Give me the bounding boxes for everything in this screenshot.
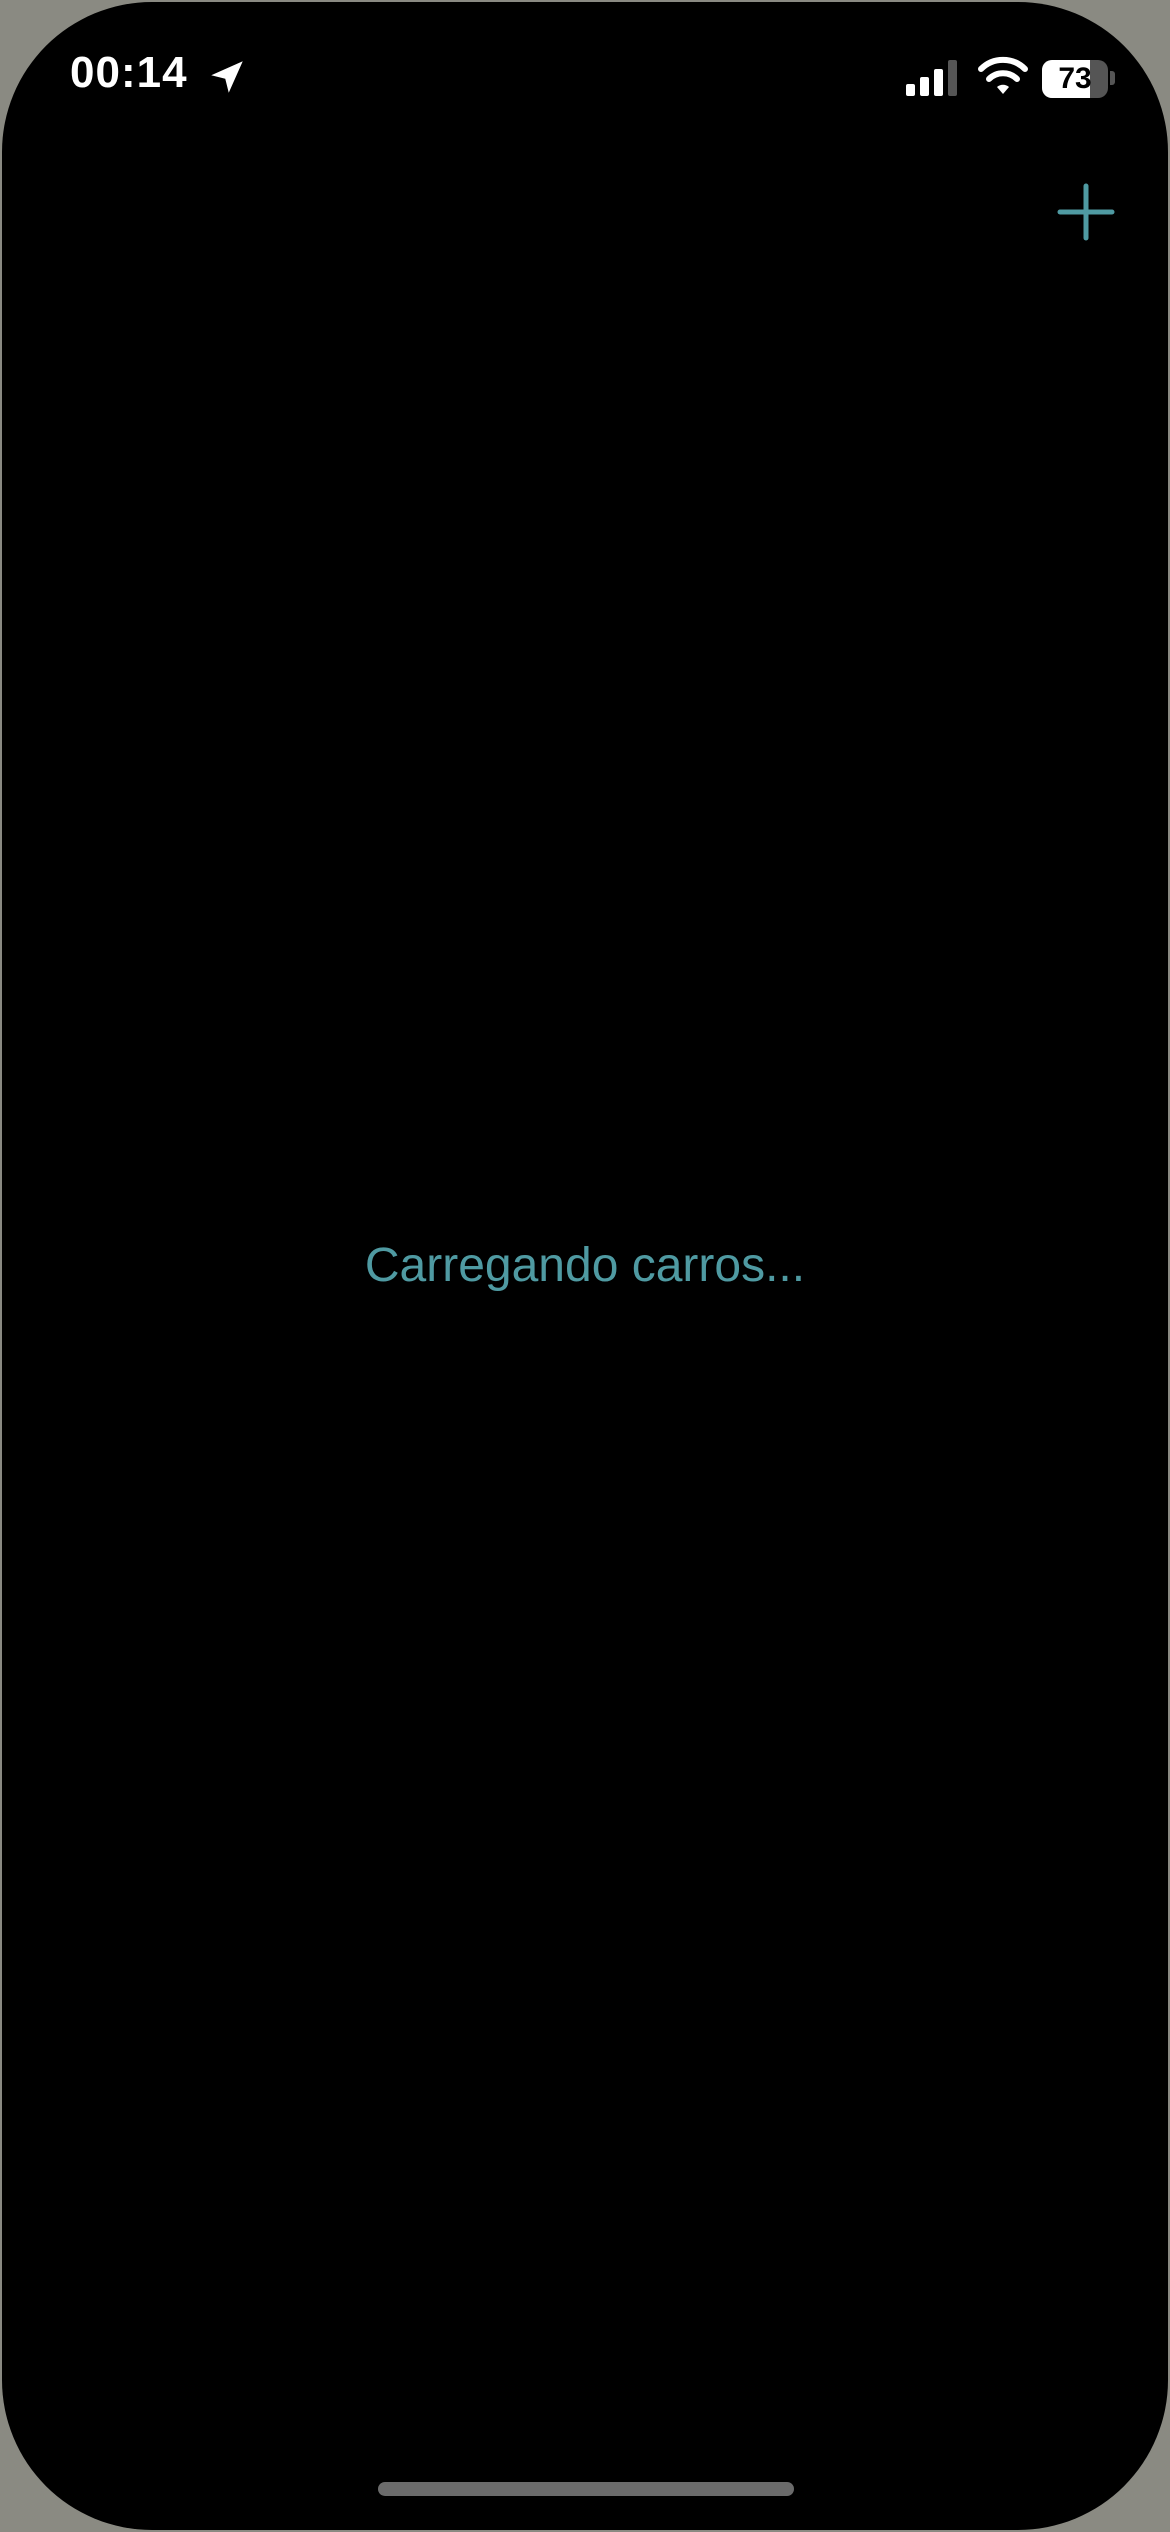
location-arrow-icon (211, 61, 243, 93)
cellular-signal-icon (906, 60, 957, 96)
battery-icon: 73 (1042, 60, 1108, 98)
status-time: 00:14 (70, 48, 188, 97)
phone-screen: 00:14 73 Carregando carros... (2, 2, 1168, 2530)
battery-level: 73 (1058, 62, 1092, 95)
home-indicator[interactable] (378, 2482, 794, 2496)
battery-cap (1110, 71, 1115, 85)
add-button[interactable] (1056, 182, 1116, 242)
plus-icon (1057, 183, 1115, 241)
wifi-icon (978, 56, 1028, 94)
loading-message: Carregando carros... (364, 1239, 806, 1292)
status-bar: 00:14 73 (2, 2, 1168, 152)
